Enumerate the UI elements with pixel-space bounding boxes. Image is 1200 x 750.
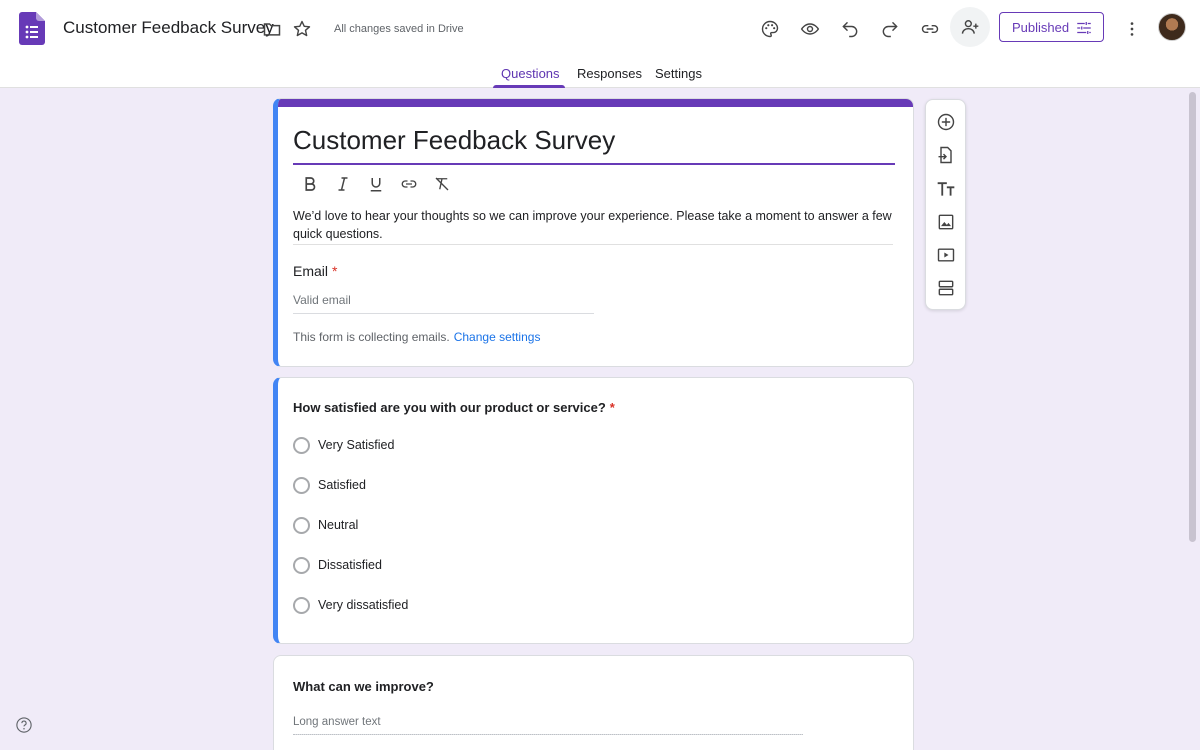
question-title-text: How satisfied are you with our product o… (293, 400, 606, 415)
underline-icon (370, 177, 381, 191)
palette-icon (761, 20, 779, 38)
email-field: Valid email (293, 293, 351, 307)
add-question-button[interactable] (936, 112, 956, 132)
floating-toolbar (925, 99, 966, 310)
radio-option[interactable]: Neutral (293, 515, 358, 535)
radio-button[interactable] (293, 556, 310, 574)
palette-button[interactable] (754, 13, 786, 45)
radio-button[interactable] (293, 516, 310, 534)
bold-button[interactable] (300, 174, 319, 193)
bold-icon (304, 176, 315, 191)
option-label: Very Satisfied (318, 438, 395, 452)
tune-icon (1077, 22, 1091, 34)
email-underline (293, 313, 594, 314)
tab-bar: Questions Responses Settings (0, 58, 1200, 88)
radio-button[interactable] (293, 436, 310, 454)
add-person-icon (961, 20, 979, 34)
section-icon (938, 280, 954, 296)
preview-button[interactable] (794, 13, 826, 45)
undo-icon (842, 21, 858, 38)
radio-option[interactable]: Satisfied (293, 475, 366, 495)
scrollbar-thumb[interactable] (1189, 92, 1196, 542)
radio-button[interactable] (293, 596, 310, 614)
clear-format-button[interactable] (432, 174, 451, 193)
clear-format-icon (435, 177, 448, 190)
form-title-input[interactable]: Customer Feedback Survey (293, 125, 615, 156)
video-icon (937, 248, 955, 262)
question-card-satisfaction[interactable]: How satisfied are you with our product o… (273, 377, 914, 644)
title-underline (293, 163, 895, 165)
add-collaborator-button[interactable] (950, 7, 990, 47)
copy-link-button[interactable] (914, 13, 946, 45)
italic-button[interactable] (333, 174, 352, 193)
more-options-button[interactable] (1116, 13, 1148, 45)
long-answer-underline (293, 734, 803, 735)
forms-logo-icon[interactable] (19, 12, 45, 45)
question-card-improve[interactable]: What can we improve? Long answer text (273, 655, 914, 750)
published-button[interactable]: Published (999, 12, 1104, 42)
add-video-button[interactable] (936, 245, 956, 265)
underline-button[interactable] (366, 174, 385, 193)
theme-strip (278, 99, 913, 107)
app-header: Customer Feedback Survey All changes sav… (0, 0, 1200, 88)
add-title-button[interactable] (936, 179, 956, 199)
question-title[interactable]: What can we improve? (293, 679, 434, 694)
tab-questions[interactable]: Questions (501, 66, 560, 81)
undo-button[interactable] (834, 13, 866, 45)
collect-note-text: This form is collecting emails. (293, 330, 450, 344)
required-asterisk: * (609, 400, 615, 415)
import-icon (938, 146, 952, 164)
help-icon[interactable] (15, 716, 33, 734)
image-icon (938, 214, 954, 230)
import-questions-button[interactable] (936, 145, 956, 165)
add-circle-icon (937, 113, 955, 131)
option-label: Satisfied (318, 478, 366, 492)
redo-button[interactable] (874, 13, 906, 45)
option-label: Neutral (318, 518, 359, 532)
email-label-text: Email (293, 263, 329, 279)
avatar[interactable] (1158, 13, 1186, 41)
radio-option[interactable]: Very dissatisfied (293, 595, 408, 615)
title-text-icon (937, 182, 955, 196)
tab-settings[interactable]: Settings (655, 66, 702, 81)
radio-option[interactable]: Very Satisfied (293, 435, 394, 455)
radio-option[interactable]: Dissatisfied (293, 555, 382, 575)
active-tab-indicator (493, 85, 565, 88)
tab-responses[interactable]: Responses (577, 66, 642, 81)
more-vert-icon (1130, 22, 1134, 36)
italic-icon (338, 176, 347, 191)
document-title[interactable]: Customer Feedback Survey (63, 18, 274, 38)
option-label: Very dissatisfied (318, 598, 409, 612)
folder-icon[interactable] (262, 19, 282, 39)
save-status: All changes saved in Drive (334, 23, 464, 35)
email-label: Email * (293, 263, 337, 279)
redo-icon (882, 21, 898, 38)
published-label: Published (1012, 19, 1070, 35)
format-toolbar (300, 174, 451, 194)
radio-button[interactable] (293, 476, 310, 494)
required-asterisk: * (332, 263, 338, 279)
link-icon (921, 24, 939, 34)
collect-emails-note: This form is collecting emails. Change se… (293, 330, 540, 344)
eye-icon (800, 23, 820, 35)
top-bar: Customer Feedback Survey All changes sav… (0, 0, 1200, 58)
form-header-card[interactable]: Customer Feedback Survey We’d love to he… (273, 98, 914, 367)
change-settings-link[interactable]: Change settings (454, 330, 541, 344)
add-image-button[interactable] (936, 212, 956, 232)
star-icon[interactable] (292, 19, 312, 39)
option-label: Dissatisfied (318, 558, 382, 572)
insert-link-button[interactable] (399, 174, 418, 193)
description-underline (293, 244, 893, 245)
link-icon (401, 179, 416, 188)
form-description-input[interactable]: We’d love to hear your thoughts so we ca… (293, 207, 893, 243)
add-section-button[interactable] (936, 278, 956, 298)
question-title[interactable]: How satisfied are you with our product o… (293, 400, 615, 415)
long-answer-field: Long answer text (293, 716, 381, 728)
